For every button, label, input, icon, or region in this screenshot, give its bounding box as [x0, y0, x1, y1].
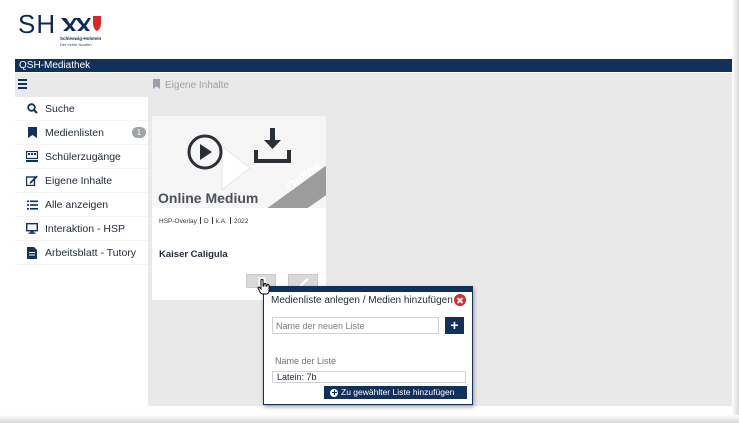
window-shadow-bottom [0, 415, 739, 423]
app-title: QSH-Mediathek [19, 60, 91, 71]
list-icon [26, 199, 38, 211]
media-metadata: HSP-Overlay Dk.A. 2022 [159, 217, 248, 225]
window-shadow [732, 0, 739, 423]
close-icon[interactable] [454, 294, 466, 306]
sidebar-item-label: Medienlisten [45, 126, 104, 139]
bookmark-icon [26, 127, 38, 139]
hand-cursor-icon [257, 279, 270, 295]
add-to-selected-list-button[interactable]: Zu gewählter Liste hinzufügen [324, 386, 467, 399]
logo-subtitle: Schleswig-Holstein [60, 36, 102, 41]
ribbon-label: Online [283, 158, 324, 195]
media-age: k.A. [215, 218, 227, 225]
logo-claim: Der echte Norden [60, 42, 92, 47]
sidebar-item-eigene-inhalte[interactable]: Eigene Inhalte [15, 169, 148, 193]
logo-text: SH [18, 9, 57, 39]
sidebar-item-label: Schülerzugänge [45, 150, 121, 163]
popup-title: Medienliste anlegen / Medien hinzufügen [271, 295, 453, 306]
add-list-button[interactable]: + [445, 317, 464, 334]
plus-circle-icon [330, 388, 338, 397]
sidebar-item-label: Alle anzeigen [45, 198, 109, 211]
media-title: Kaiser Caligula [159, 249, 228, 260]
sidebar-item-suche[interactable]: Suche [15, 97, 148, 121]
new-list-name-input[interactable] [272, 317, 439, 334]
sidebar-item-label: Arbeitsblatt - Tutory [45, 246, 137, 259]
sidebar-item-label: Suche [45, 102, 75, 115]
app-title-bar: QSH-Mediathek [15, 59, 732, 72]
sidebar-item-medienlisten[interactable]: Medienlisten 1 [15, 121, 148, 145]
document-icon [26, 246, 38, 259]
popup-header-bar [264, 287, 472, 292]
state-emblem-icon [61, 16, 101, 31]
count-badge: 1 [132, 127, 146, 138]
sidebar-header [15, 73, 148, 97]
breadcrumb-label: Eigene Inhalte [165, 80, 229, 91]
sidebar-item-arbeitsblatt-tutory[interactable]: Arbeitsblatt - Tutory [15, 241, 148, 265]
search-icon [26, 103, 38, 115]
media-list-popup: Medienliste anlegen / Medien hinzufügen … [263, 286, 473, 405]
sidebar-item-alle-anzeigen[interactable]: Alle anzeigen [15, 193, 148, 217]
media-language: D [203, 218, 209, 225]
media-type-title: Online Medium [158, 190, 259, 206]
sidebar-item-label: Eigene Inhalte [45, 174, 113, 187]
classroom-icon [26, 151, 38, 163]
sidebar: Suche Medienlisten 1 Schülerzugänge Eige… [15, 97, 148, 265]
breadcrumb: Eigene Inhalte [153, 79, 229, 91]
logo: SH Schleswig-Holstein Der echte Norden [18, 9, 128, 53]
sidebar-item-schuelerzugaenge[interactable]: Schülerzugänge [15, 145, 148, 169]
media-card[interactable]: Online Medium Online HSP-Overlay Dk.A. 202… [152, 116, 326, 300]
edit-icon [26, 175, 38, 187]
bookmark-icon [153, 79, 160, 89]
sidebar-item-interaktion-hsp[interactable]: Interaktion - HSP [15, 217, 148, 241]
media-year: 2022 [233, 218, 249, 225]
app-window: SH Schleswig-Holstein Der echte Norden Q… [0, 0, 739, 423]
menu-toggle-icon[interactable] [18, 79, 30, 91]
list-select[interactable]: Latein: 7b [272, 371, 466, 383]
sidebar-item-label: Interaktion - HSP [45, 222, 125, 235]
monitor-icon [26, 223, 38, 235]
popup-body: + Name der Liste Latein: 7b Zu gewählter… [265, 309, 471, 402]
submit-label: Zu gewählter Liste hinzufügen [341, 387, 455, 397]
media-format: HSP-Overlay [159, 218, 197, 225]
list-name-label: Name der Liste [275, 356, 337, 366]
